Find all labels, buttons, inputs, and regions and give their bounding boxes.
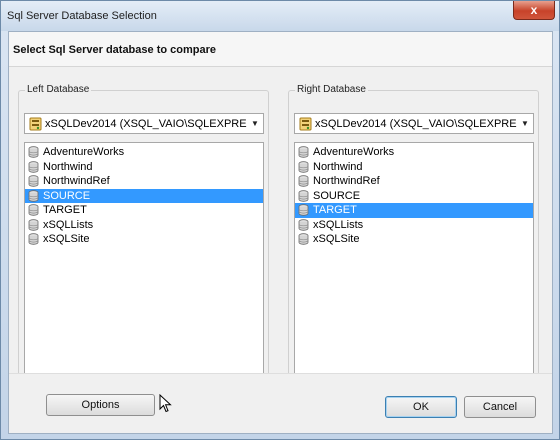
right-server-value: xSQLDev2014 (XSQL_VAIO\SQLEXPRESS) <box>315 117 517 130</box>
list-item[interactable]: Northwind <box>25 160 263 175</box>
list-item-label: TARGET <box>313 204 357 217</box>
database-icon <box>28 190 39 202</box>
options-button[interactable]: Options <box>46 394 155 416</box>
list-item-label: AdventureWorks <box>313 146 395 159</box>
list-item-label: AdventureWorks <box>43 146 125 159</box>
right-database-label: Right Database <box>295 84 368 95</box>
list-item[interactable]: SOURCE <box>295 189 533 204</box>
database-icon <box>28 219 39 231</box>
server-icon <box>298 117 312 131</box>
list-item[interactable]: SOURCE <box>25 188 263 203</box>
mouse-cursor-icon <box>159 394 172 413</box>
list-item-label: Northwind <box>43 160 93 173</box>
database-icon <box>28 233 39 245</box>
ok-button[interactable]: OK <box>385 396 457 418</box>
database-icon <box>298 175 309 187</box>
left-server-value: xSQLDev2014 (XSQL_VAIO\SQLEXPRESS) <box>45 117 247 130</box>
left-database-list[interactable]: AdventureWorks Northwind NorthwindRef SOURC… <box>24 142 264 390</box>
right-server-combo[interactable]: xSQLDev2014 (XSQL_VAIO\SQLEXPRESS) ▼ <box>294 113 534 134</box>
list-item-label: SOURCE <box>43 189 91 202</box>
list-item[interactable]: AdventureWorks <box>295 145 533 160</box>
database-icon <box>298 161 309 173</box>
right-database-list[interactable]: AdventureWorks Northwind NorthwindRef SOURC… <box>294 142 534 390</box>
database-icon <box>28 161 39 173</box>
database-icon <box>298 204 309 216</box>
list-item-label: Northwind <box>313 160 363 173</box>
header-band: Select Sql Server database to compare <box>9 32 552 67</box>
chevron-down-icon[interactable]: ▼ <box>247 114 263 133</box>
cancel-button[interactable]: Cancel <box>464 396 536 418</box>
list-item-label: NorthwindRef <box>313 175 380 188</box>
left-server-combo[interactable]: xSQLDev2014 (XSQL_VAIO\SQLEXPRESS) ▼ <box>24 113 264 134</box>
database-icon <box>298 219 309 231</box>
list-item[interactable]: xSQLSite <box>295 232 533 247</box>
server-icon <box>28 117 42 131</box>
list-item[interactable]: xSQLSite <box>25 232 263 247</box>
title-bar: Sql Server Database Selection x <box>1 1 559 31</box>
dialog-heading: Select Sql Server database to compare <box>13 44 216 56</box>
left-database-group: Left Database xSQLDev2014 (XSQL_VAIO\SQL… <box>18 84 269 396</box>
list-item[interactable]: TARGET <box>25 203 263 218</box>
list-item-label: NorthwindRef <box>43 175 110 188</box>
chevron-down-icon[interactable]: ▼ <box>517 114 533 133</box>
list-item-label: xSQLSite <box>313 233 360 246</box>
list-item[interactable]: AdventureWorks <box>25 145 263 160</box>
dialog-client: Select Sql Server database to compare Le… <box>8 31 553 434</box>
close-button[interactable]: x <box>513 1 555 20</box>
dialog-window: Sql Server Database Selection x Select S… <box>0 0 560 440</box>
left-database-label: Left Database <box>25 84 92 95</box>
list-item[interactable]: TARGET <box>295 203 533 218</box>
list-item-label: TARGET <box>43 204 87 217</box>
list-item[interactable]: xSQLLists <box>25 218 263 233</box>
list-item-label: xSQLLists <box>43 218 94 231</box>
list-item[interactable]: NorthwindRef <box>295 174 533 189</box>
database-icon <box>28 204 39 216</box>
database-icon <box>298 233 309 245</box>
list-item[interactable]: NorthwindRef <box>25 174 263 189</box>
list-item-label: SOURCE <box>313 189 361 202</box>
database-icon <box>298 190 309 202</box>
window-title: Sql Server Database Selection <box>7 10 157 22</box>
right-database-group: Right Database xSQLDev2014 (XSQL_VAIO\SQ… <box>288 84 539 396</box>
list-item-label: xSQLLists <box>313 218 364 231</box>
list-item[interactable]: xSQLLists <box>295 218 533 233</box>
database-icon <box>28 146 39 158</box>
list-item-label: xSQLSite <box>43 233 90 246</box>
footer-band: Options OK Cancel <box>9 373 552 433</box>
database-icon <box>298 146 309 158</box>
list-item[interactable]: Northwind <box>295 160 533 175</box>
database-icon <box>28 175 39 187</box>
